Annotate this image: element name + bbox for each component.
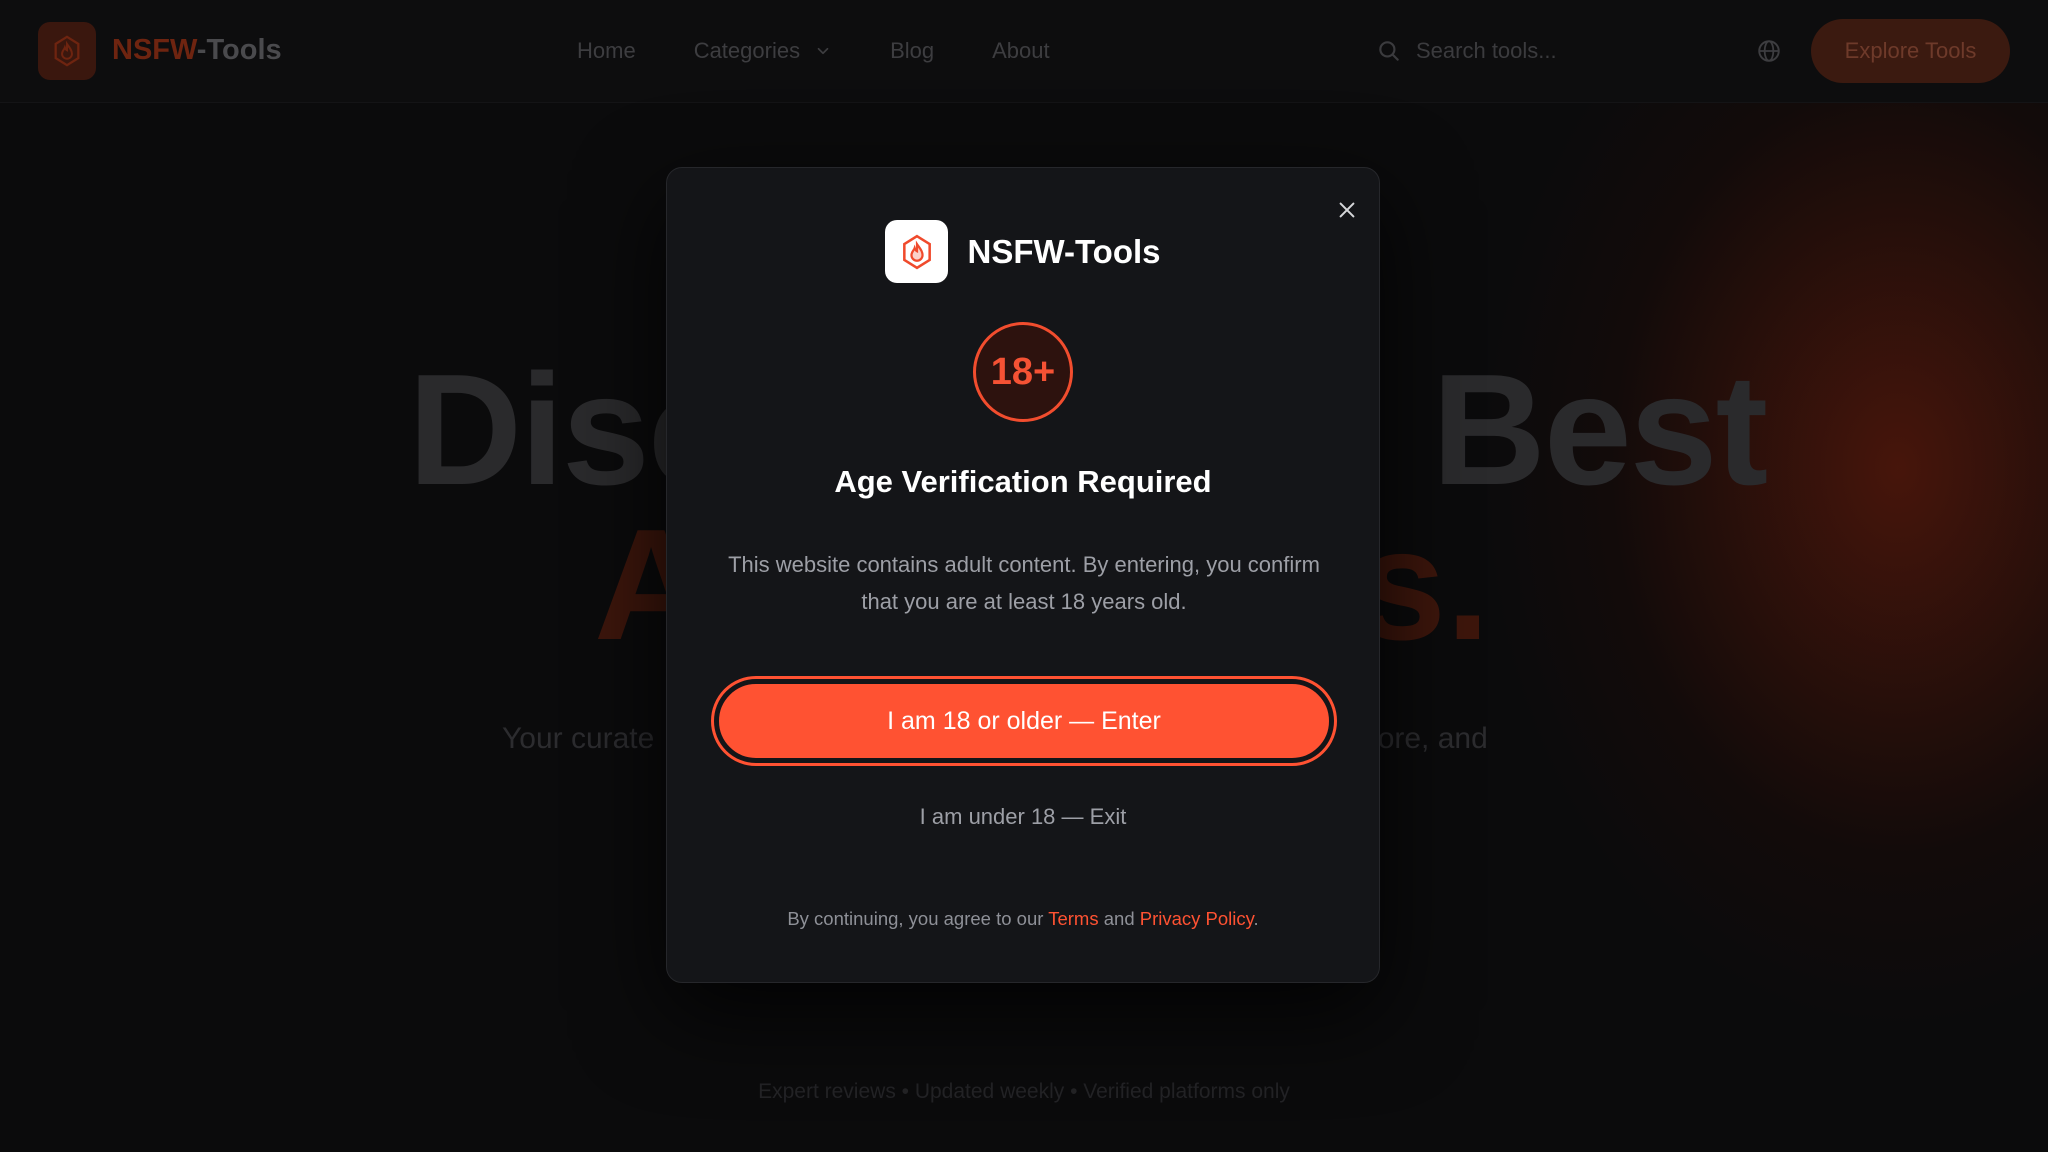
explore-tools-button[interactable]: Explore Tools xyxy=(1811,19,2010,83)
hero-footer-note: Expert reviews • Updated weekly • Verifi… xyxy=(758,1080,1290,1103)
nav-about[interactable]: About xyxy=(992,38,1050,64)
enter-button[interactable]: I am 18 or older — Enter xyxy=(711,676,1337,766)
flame-logo-icon xyxy=(903,234,931,269)
nav-categories-label: Categories xyxy=(693,38,801,63)
privacy-policy-link[interactable]: Privacy Policy xyxy=(1140,908,1254,929)
nav-blog[interactable]: Blog xyxy=(890,38,934,64)
site-brand[interactable]: NSFW-Tools xyxy=(112,34,282,67)
close-icon xyxy=(1339,202,1355,218)
legal-notice: By continuing, you agree to our Terms an… xyxy=(667,908,1379,930)
terms-link[interactable]: Terms xyxy=(1048,908,1098,929)
hero-subtitle-left: Your curate xyxy=(502,722,655,755)
modal-logo xyxy=(885,220,949,283)
flame-logo-icon xyxy=(54,35,80,67)
brand-accent-text: NSFW xyxy=(112,34,197,66)
exit-button[interactable]: I am under 18 — Exit xyxy=(667,804,1379,830)
site-logo[interactable] xyxy=(38,22,96,80)
age-badge: 18+ xyxy=(973,322,1073,422)
nav-links: Home Categories Blog About xyxy=(577,38,1108,64)
legal-and: and xyxy=(1103,908,1135,929)
search-icon xyxy=(1379,41,1399,61)
top-navbar: NSFW-Tools Home Categories Blog About Se… xyxy=(0,0,2048,103)
globe-icon xyxy=(1758,40,1780,62)
modal-description: This website contains adult content. By … xyxy=(728,552,1320,614)
legal-prefix: By continuing, you agree to our xyxy=(787,908,1044,929)
brand-rest-text: -Tools xyxy=(196,34,282,66)
modal-title: Age Verification Required xyxy=(834,464,1212,499)
modal-brand: NSFW-Tools xyxy=(667,220,1379,283)
search-placeholder: Search tools... xyxy=(1416,38,1557,63)
age-verification-modal: NSFW-Tools 18+ Age Verification Required… xyxy=(666,167,1380,983)
nav-home[interactable]: Home xyxy=(577,38,636,64)
language-button[interactable] xyxy=(1756,38,1782,69)
hero-heading-right: Best xyxy=(1431,342,1768,518)
chevron-down-icon xyxy=(817,47,829,55)
modal-brand-name: NSFW-Tools xyxy=(967,232,1161,270)
search-input[interactable]: Search tools... xyxy=(1376,26,1726,76)
legal-suffix: . xyxy=(1253,908,1259,929)
nav-categories[interactable]: Categories xyxy=(694,38,832,64)
